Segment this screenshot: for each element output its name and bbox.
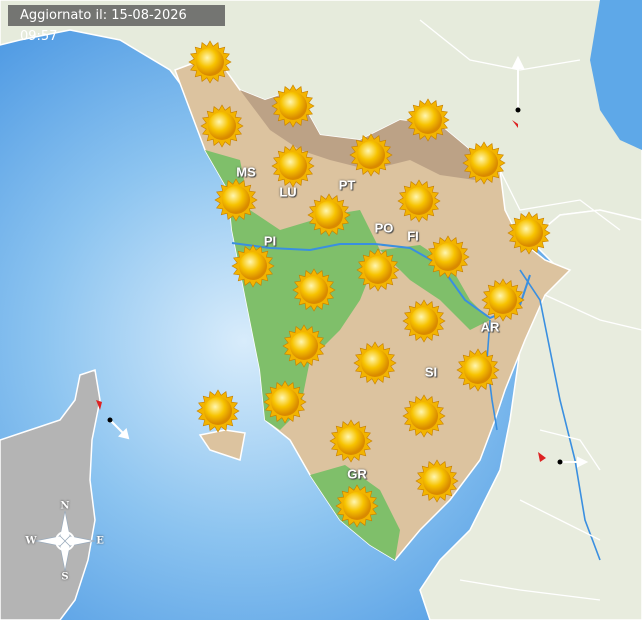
sun-icon xyxy=(282,324,326,368)
sun-icon xyxy=(188,40,232,84)
sun-icon xyxy=(356,248,400,292)
sun-icon xyxy=(481,278,525,322)
sun-icon xyxy=(349,133,393,177)
province-label-si: SI xyxy=(424,364,438,380)
sun-icon xyxy=(456,348,500,392)
sun-icon xyxy=(397,179,441,223)
province-label-pt: PT xyxy=(338,177,356,193)
compass-e: E xyxy=(96,535,104,547)
sun-icon xyxy=(271,84,315,128)
sun-icon xyxy=(415,459,459,503)
sun-icon xyxy=(292,268,336,312)
sun-icon xyxy=(353,341,397,385)
sun-icon xyxy=(214,178,258,222)
sun-icon xyxy=(200,104,244,148)
weather-map: Aggiornato il: 15-08-2026 09:57 MS LU PT PO… xyxy=(0,0,642,620)
sun-icon xyxy=(231,244,275,288)
sun-icon xyxy=(271,144,315,188)
sun-icon xyxy=(426,235,470,279)
sun-icon xyxy=(335,484,379,528)
sun-icon xyxy=(507,211,551,255)
sun-icon xyxy=(462,141,506,185)
sun-icon xyxy=(307,193,351,237)
sun-icon xyxy=(263,380,307,424)
compass-n: N xyxy=(60,500,70,512)
province-label-gr: GR xyxy=(347,466,367,482)
compass-s: S xyxy=(61,571,69,583)
compass-w: W xyxy=(25,535,37,547)
province-label-fi: FI xyxy=(407,228,419,244)
sun-icon xyxy=(402,299,446,343)
update-timestamp: Aggiornato il: 15-08-2026 09:57 xyxy=(8,5,225,44)
sun-icon xyxy=(329,419,373,463)
province-label-po: PO xyxy=(374,220,394,236)
sun-icon xyxy=(196,389,240,433)
sun-icon xyxy=(406,98,450,142)
sun-icon xyxy=(402,394,446,438)
